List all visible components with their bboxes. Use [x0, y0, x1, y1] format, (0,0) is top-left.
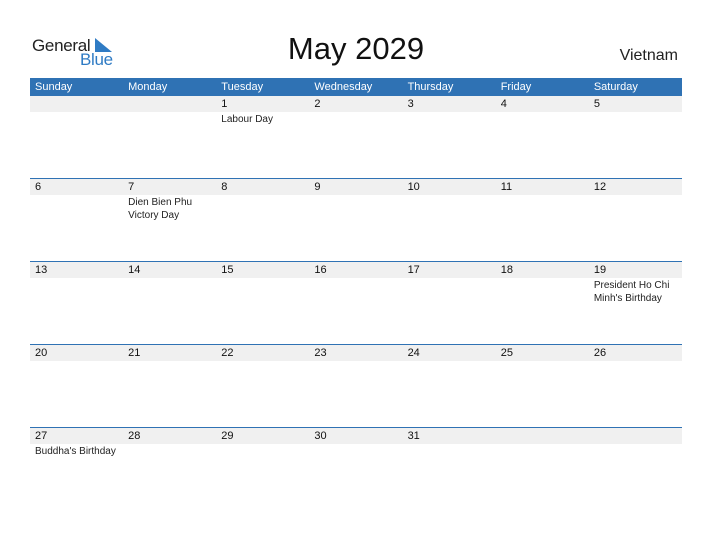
- day-number: 29: [221, 430, 234, 442]
- holiday-label: [589, 195, 682, 222]
- week-day-numbers: 13 14 15 16 17 18 19: [30, 262, 682, 278]
- holiday-label: [496, 112, 589, 126]
- day-number: 28: [128, 430, 141, 442]
- day-number: 3: [407, 98, 414, 110]
- holiday-label: [30, 361, 123, 362]
- calendar-week: 20 21 22 23 24 25 26: [30, 344, 682, 427]
- day-number: 18: [500, 264, 513, 276]
- day-number: 11: [500, 181, 513, 193]
- day-number: 16: [314, 264, 327, 276]
- week-day-numbers: 6 7 8 9 10 11 12: [30, 179, 682, 195]
- holiday-label: [123, 361, 216, 362]
- holiday-label: [403, 361, 496, 362]
- holiday-label: [589, 444, 682, 458]
- page-title: May 2029: [287, 31, 425, 66]
- holiday-label: [403, 195, 496, 222]
- holiday-label: [589, 361, 682, 362]
- day-number: 4: [500, 98, 507, 110]
- day-number: 23: [314, 347, 327, 359]
- week-day-numbers: 1 2 3 4 5: [30, 96, 682, 112]
- holiday-label: Labour Day: [221, 114, 273, 125]
- week-events: President Ho Chi Minh's Birthday: [30, 278, 682, 305]
- holiday-label: Dien Bien Phu Victory Day: [128, 197, 193, 221]
- day-number: 9: [314, 181, 321, 193]
- day-number: 1: [221, 98, 228, 110]
- day-number: 2: [314, 98, 321, 110]
- holiday-label: [216, 195, 309, 222]
- day-number: 17: [407, 264, 420, 276]
- holiday-label: [496, 278, 589, 305]
- day-number: 30: [314, 430, 327, 442]
- weekday-monday: Monday: [128, 81, 168, 93]
- week-events: Buddha's Birthday: [30, 444, 682, 458]
- day-number: 6: [35, 181, 42, 193]
- holiday-label: [309, 278, 402, 305]
- holiday-label: [30, 112, 123, 126]
- holiday-label: [216, 278, 309, 305]
- calendar-week: 13 14 15 16 17 18 19 President Ho Chi Minh's Bi…: [30, 261, 682, 344]
- weekday-friday: Friday: [500, 81, 532, 93]
- day-number: 20: [35, 347, 48, 359]
- day-number: 26: [593, 347, 607, 359]
- day-number: 10: [407, 181, 420, 193]
- holiday-label: [496, 195, 589, 222]
- calendar-week: 27 28 29 30 31 Buddha's Birthday: [30, 427, 682, 510]
- holiday-label: [403, 278, 496, 305]
- holiday-label: [496, 361, 589, 362]
- holiday-label: [403, 444, 496, 458]
- holiday-label: [403, 112, 496, 126]
- holiday-label: [589, 112, 682, 126]
- week-events: Labour Day: [30, 112, 682, 126]
- holiday-label: [309, 361, 402, 362]
- week-events: [30, 361, 682, 362]
- holiday-label: [309, 444, 402, 458]
- weekday-saturday: Saturday: [593, 81, 638, 93]
- day-number: 13: [35, 264, 48, 276]
- holiday-label: President Ho Chi Minh's Birthday: [593, 280, 670, 304]
- country-label: Vietnam: [619, 47, 678, 64]
- day-number: 15: [221, 264, 234, 276]
- holiday-label: [216, 361, 309, 362]
- day-number: 21: [128, 347, 141, 359]
- calendar-week: 1 2 3 4 5 Labour Day: [30, 96, 682, 178]
- day-number: 24: [407, 347, 420, 359]
- week-day-numbers: 27 28 29 30 31: [30, 428, 682, 444]
- holiday-label: [123, 112, 216, 126]
- day-number: 14: [128, 264, 141, 276]
- weekday-tuesday: Tuesday: [221, 81, 264, 93]
- weekday-wednesday: Wednesday: [314, 81, 373, 93]
- holiday-label: [309, 195, 402, 222]
- weekday-sunday: Sunday: [35, 81, 73, 93]
- holiday-label: [30, 278, 123, 305]
- holiday-label: [216, 444, 309, 458]
- day-number: 27: [35, 430, 48, 442]
- weekday-header: Sunday Monday Tuesday Wednesday Thursday…: [30, 78, 682, 96]
- day-number: 12: [593, 181, 607, 193]
- day-number: 19: [593, 264, 607, 276]
- day-number: 7: [128, 181, 135, 193]
- week-events: Dien Bien Phu Victory Day: [30, 195, 682, 222]
- day-number: 5: [593, 98, 600, 110]
- calendar-grid: Sunday Monday Tuesday Wednesday Thursday…: [30, 78, 682, 510]
- holiday-label: [309, 112, 402, 126]
- day-number: [30, 96, 123, 112]
- holiday-label: [123, 278, 216, 305]
- day-number: [496, 428, 589, 444]
- holiday-label: [496, 444, 589, 458]
- holiday-label: [123, 444, 216, 458]
- weekday-thursday: Thursday: [407, 81, 454, 93]
- day-number: [123, 96, 216, 112]
- holiday-label: [30, 195, 123, 222]
- week-day-numbers: 20 21 22 23 24 25 26: [30, 345, 682, 361]
- day-number: 8: [221, 181, 228, 193]
- day-number: 22: [221, 347, 234, 359]
- day-number: [589, 428, 682, 444]
- day-number: 31: [407, 430, 420, 442]
- day-number: 25: [500, 347, 513, 359]
- calendar-week: 6 7 8 9 10 11 12 Dien Bien Phu Victory Day: [30, 178, 682, 261]
- holiday-label: Buddha's Birthday: [35, 446, 116, 457]
